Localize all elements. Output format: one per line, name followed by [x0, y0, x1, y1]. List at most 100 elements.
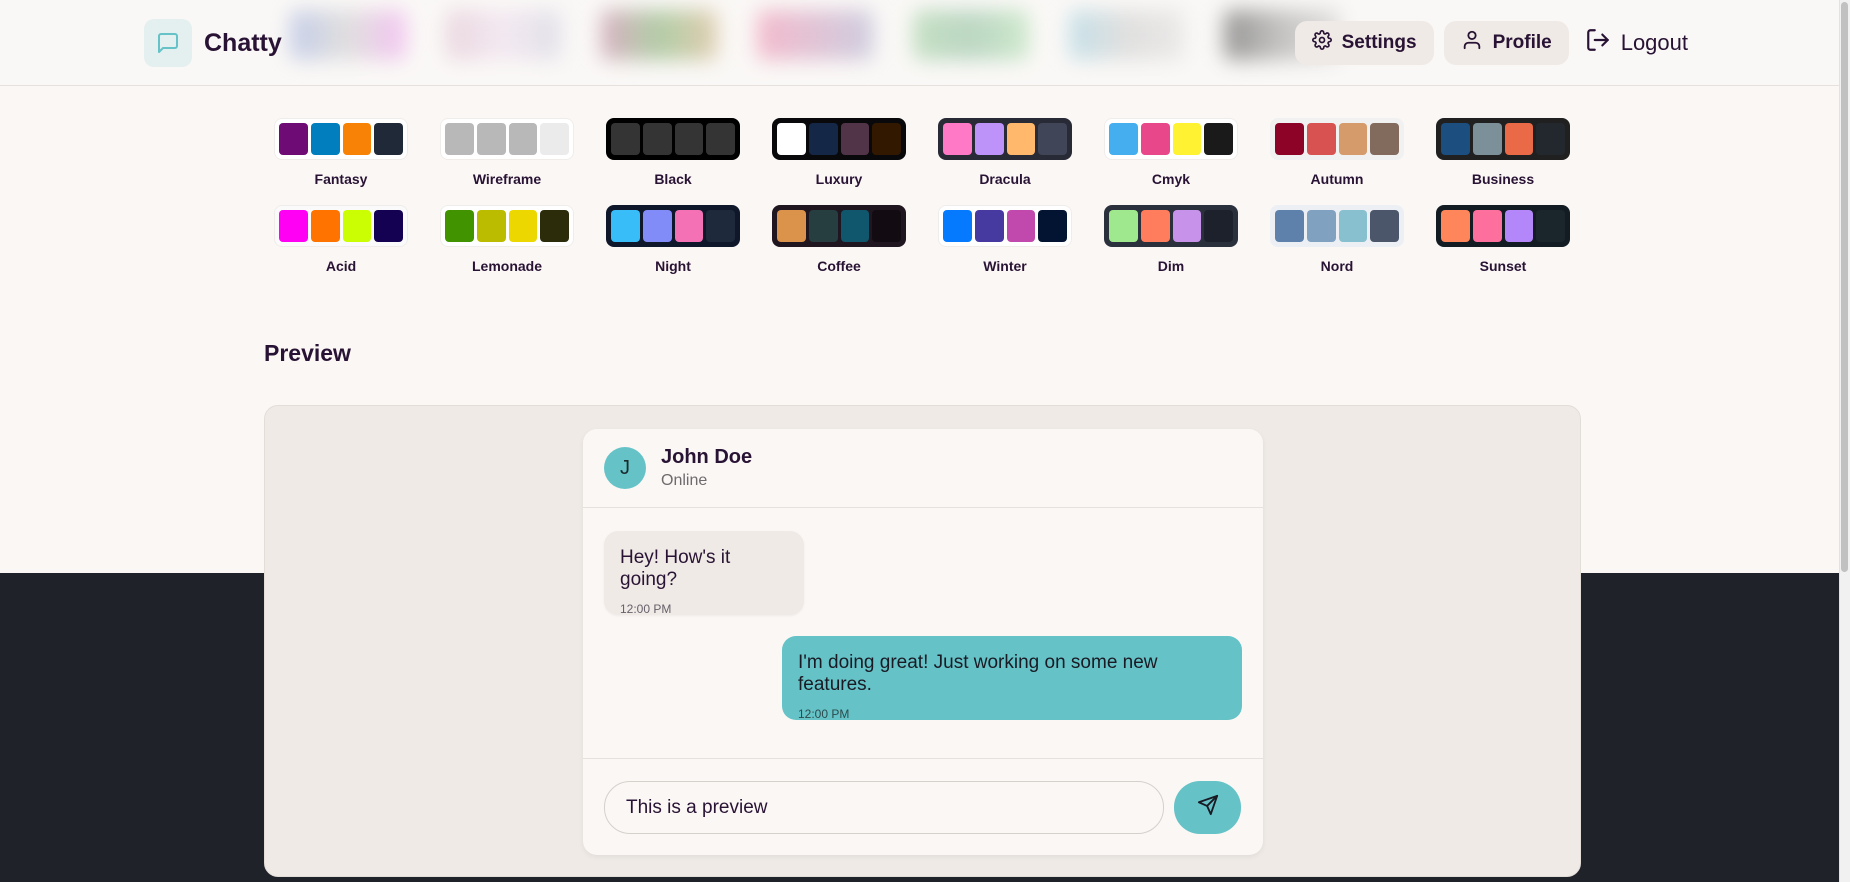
message-input[interactable] [604, 781, 1164, 834]
theme-option-coffee[interactable]: Coffee [772, 205, 906, 276]
swatch-color [279, 210, 308, 242]
swatch-color [706, 123, 735, 155]
theme-option-lemonade[interactable]: Lemonade [440, 205, 574, 276]
profile-label: Profile [1492, 32, 1552, 53]
theme-option-fantasy[interactable]: Fantasy [274, 118, 408, 189]
swatch-color [1038, 210, 1067, 242]
theme-swatch [274, 118, 408, 160]
swatch-color [342, 123, 372, 155]
swatch-color [1172, 123, 1202, 155]
theme-swatch [1436, 205, 1570, 247]
theme-option-wireframe[interactable]: Wireframe [440, 118, 574, 189]
theme-option-autumn[interactable]: Autumn [1270, 118, 1404, 189]
swatch-color [808, 210, 838, 242]
send-button[interactable] [1174, 781, 1241, 834]
theme-swatch [440, 118, 574, 160]
theme-swatch [1104, 118, 1238, 160]
swatch-color [642, 210, 672, 242]
theme-option-dim[interactable]: Dim [1104, 205, 1238, 276]
scrollbar-thumb[interactable] [1841, 2, 1848, 572]
swatch-color [374, 123, 403, 155]
brand-link[interactable]: Chatty [144, 19, 282, 67]
swatch-color [540, 210, 569, 242]
swatch-color [943, 123, 972, 155]
swatch-color [1472, 123, 1502, 155]
theme-option-acid[interactable]: Acid [274, 205, 408, 276]
chat-header: J John Doe Online [583, 429, 1263, 508]
message-time: 12:00 PM [798, 707, 850, 721]
theme-label: Acid [325, 258, 357, 274]
theme-option-luxury[interactable]: Luxury [772, 118, 906, 189]
swatch-color [674, 210, 704, 242]
theme-swatch [606, 118, 740, 160]
settings-button[interactable]: Settings [1294, 21, 1434, 65]
theme-label: Cmyk [1151, 171, 1191, 187]
swatch-color [1140, 210, 1170, 242]
theme-label: Sunset [1479, 258, 1527, 274]
theme-swatch [440, 205, 574, 247]
swatch-color [1204, 123, 1233, 155]
swatch-color [1338, 210, 1368, 242]
swatch-color [1441, 210, 1470, 242]
header-blurred-content [290, 10, 1341, 76]
contact-info: John Doe Online [661, 446, 752, 490]
swatch-color [1109, 210, 1138, 242]
swatch-color [1275, 210, 1304, 242]
swatch-color [374, 210, 403, 242]
theme-swatch [772, 118, 906, 160]
theme-option-winter[interactable]: Winter [938, 205, 1072, 276]
theme-option-night[interactable]: Night [606, 205, 740, 276]
swatch-color [508, 123, 538, 155]
swatch-color [1504, 123, 1534, 155]
theme-option-dracula[interactable]: Dracula [938, 118, 1072, 189]
user-icon [1461, 29, 1483, 57]
scrollbar[interactable] [1839, 0, 1850, 882]
swatch-color [1536, 210, 1565, 242]
swatch-color [310, 123, 340, 155]
swatch-color [840, 123, 870, 155]
swatch-color [1370, 123, 1399, 155]
contact-status: Online [661, 472, 708, 489]
theme-swatch [1270, 205, 1404, 247]
navbar: Chatty Settings Profile Logout [0, 0, 1839, 86]
gear-icon [1311, 30, 1332, 56]
swatch-color [1536, 123, 1565, 155]
message-square-icon [144, 19, 192, 67]
theme-label: Nord [1320, 258, 1354, 274]
theme-swatch [1270, 118, 1404, 160]
swatch-color [540, 123, 569, 155]
swatch-color [1204, 210, 1233, 242]
swatch-color [1038, 123, 1067, 155]
swatch-color [445, 210, 474, 242]
logout-button[interactable]: Logout [1579, 21, 1694, 65]
message-time: 12:00 PM [620, 602, 672, 616]
swatch-color [1306, 123, 1336, 155]
theme-label: Coffee [817, 258, 861, 274]
swatch-color [974, 210, 1004, 242]
brand-name: Chatty [204, 28, 282, 57]
profile-button[interactable]: Profile [1443, 21, 1569, 65]
theme-label: Lemonade [471, 258, 542, 274]
theme-label: Autumn [1310, 171, 1364, 187]
theme-swatch [1104, 205, 1238, 247]
swatch-color [1109, 123, 1138, 155]
theme-label: Dim [1157, 258, 1185, 274]
theme-label: Business [1471, 171, 1535, 187]
theme-option-sunset[interactable]: Sunset [1436, 205, 1570, 276]
theme-option-business[interactable]: Business [1436, 118, 1570, 189]
swatch-color [943, 210, 972, 242]
theme-option-black[interactable]: Black [606, 118, 740, 189]
theme-swatch [274, 205, 408, 247]
theme-option-nord[interactable]: Nord [1270, 205, 1404, 276]
swatch-color [777, 210, 806, 242]
swatch-color [1338, 123, 1368, 155]
theme-label: Night [655, 258, 691, 274]
theme-swatch [938, 118, 1072, 160]
theme-option-cmyk[interactable]: Cmyk [1104, 118, 1238, 189]
swatch-color [1441, 123, 1470, 155]
swatch-color [445, 123, 474, 155]
logout-label: Logout [1620, 30, 1688, 55]
message-text: I'm doing great! Just working on some ne… [798, 652, 1158, 695]
settings-label: Settings [1341, 32, 1417, 53]
swatch-color [674, 123, 704, 155]
